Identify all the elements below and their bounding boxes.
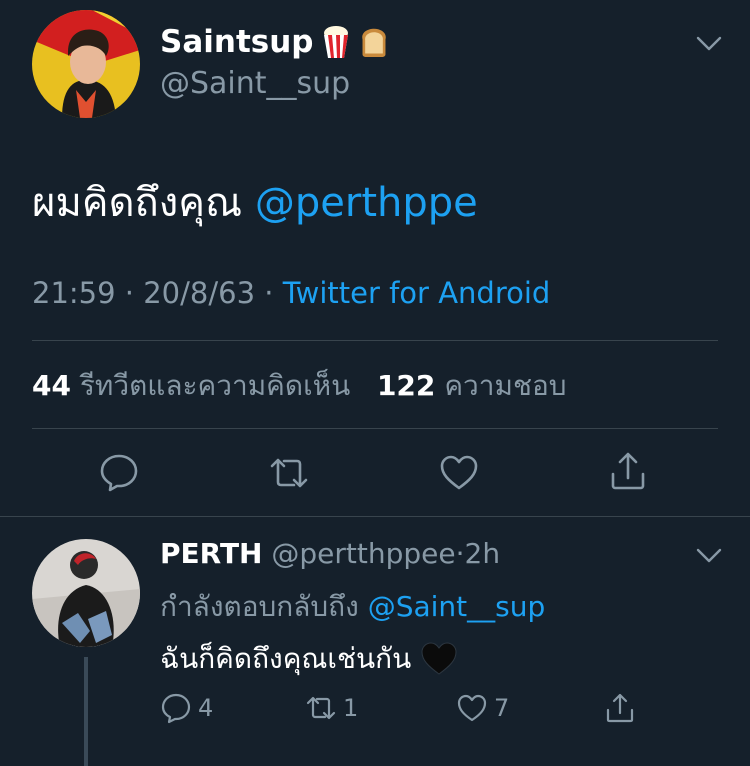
like-count: 7 — [494, 694, 510, 722]
tweet-time[interactable]: 21:59 — [32, 276, 116, 310]
likes-count[interactable]: 122 — [377, 369, 435, 402]
reply-header: PERTH @pertthppee·2h — [160, 537, 500, 570]
tweet-source-link[interactable]: Twitter for Android — [283, 276, 551, 310]
tweet-body: ผมคิดถึงคุณ — [32, 180, 243, 226]
separator: · — [264, 276, 274, 310]
thread-line — [84, 657, 88, 766]
tweet-age[interactable]: 2h — [465, 537, 501, 570]
tweet-meta: 21:59 · 20/8/63 · Twitter for Android — [32, 276, 550, 310]
display-name[interactable]: PERTH — [160, 537, 262, 570]
separator: · — [455, 537, 465, 570]
reply-action[interactable]: 4 — [160, 692, 213, 724]
avatar[interactable] — [32, 539, 140, 647]
likes-label[interactable]: ความชอบ — [444, 369, 566, 402]
tweet-date[interactable]: 20/8/63 — [143, 276, 255, 310]
reply-tweet: PERTH @pertthppee·2h กำลังตอบกลับถึง @Sa… — [0, 517, 750, 766]
reply-count: 4 — [198, 694, 214, 722]
divider — [32, 428, 718, 429]
retweet-count: 1 — [343, 694, 359, 722]
share-action[interactable] — [604, 692, 636, 724]
black-heart-icon — [421, 642, 457, 676]
reply-icon[interactable] — [160, 692, 192, 724]
chevron-down-icon[interactable] — [696, 36, 722, 52]
tweet-stats: 44 รีทวีตและความคิดเห็น 122 ความชอบ — [32, 364, 567, 408]
mention-link[interactable]: @perthppe — [255, 180, 478, 226]
tweet-text: ผมคิดถึงคุณ @perthppe — [32, 170, 478, 234]
retweet-icon[interactable] — [268, 452, 310, 494]
replying-label: กำลังตอบกลับถึง — [160, 590, 359, 623]
chevron-down-icon[interactable] — [696, 548, 722, 564]
divider — [32, 340, 718, 341]
main-tweet: Saintsup @Saint__sup ผมคิดถึงคุณ @perthp… — [0, 0, 750, 516]
mention-link[interactable]: @Saint__sup — [368, 590, 546, 623]
heart-icon[interactable] — [438, 452, 480, 494]
retweets-label[interactable]: รีทวีตและความคิดเห็น — [80, 369, 350, 402]
replying-to: กำลังตอบกลับถึง @Saint__sup — [160, 585, 545, 629]
retweet-action[interactable]: 1 — [305, 692, 358, 724]
avatar[interactable] — [32, 10, 140, 118]
share-icon[interactable] — [607, 450, 649, 492]
heart-icon[interactable] — [456, 692, 488, 724]
display-name[interactable]: Saintsup — [160, 24, 389, 60]
handle[interactable]: @pertthppee — [271, 537, 455, 570]
reply-icon[interactable] — [98, 451, 140, 493]
retweet-icon[interactable] — [305, 692, 337, 724]
retweets-count[interactable]: 44 — [32, 369, 71, 402]
popcorn-icon — [321, 25, 351, 59]
separator: · — [124, 276, 135, 310]
handle[interactable]: @Saint__sup — [160, 66, 350, 101]
share-icon[interactable] — [604, 692, 636, 724]
like-action[interactable]: 7 — [456, 692, 509, 724]
reply-text: ฉันก็คิดถึงคุณเช่นกัน — [160, 637, 457, 681]
bread-icon — [359, 25, 389, 59]
reply-body: ฉันก็คิดถึงคุณเช่นกัน — [160, 642, 412, 675]
display-name-text: Saintsup — [160, 24, 314, 60]
